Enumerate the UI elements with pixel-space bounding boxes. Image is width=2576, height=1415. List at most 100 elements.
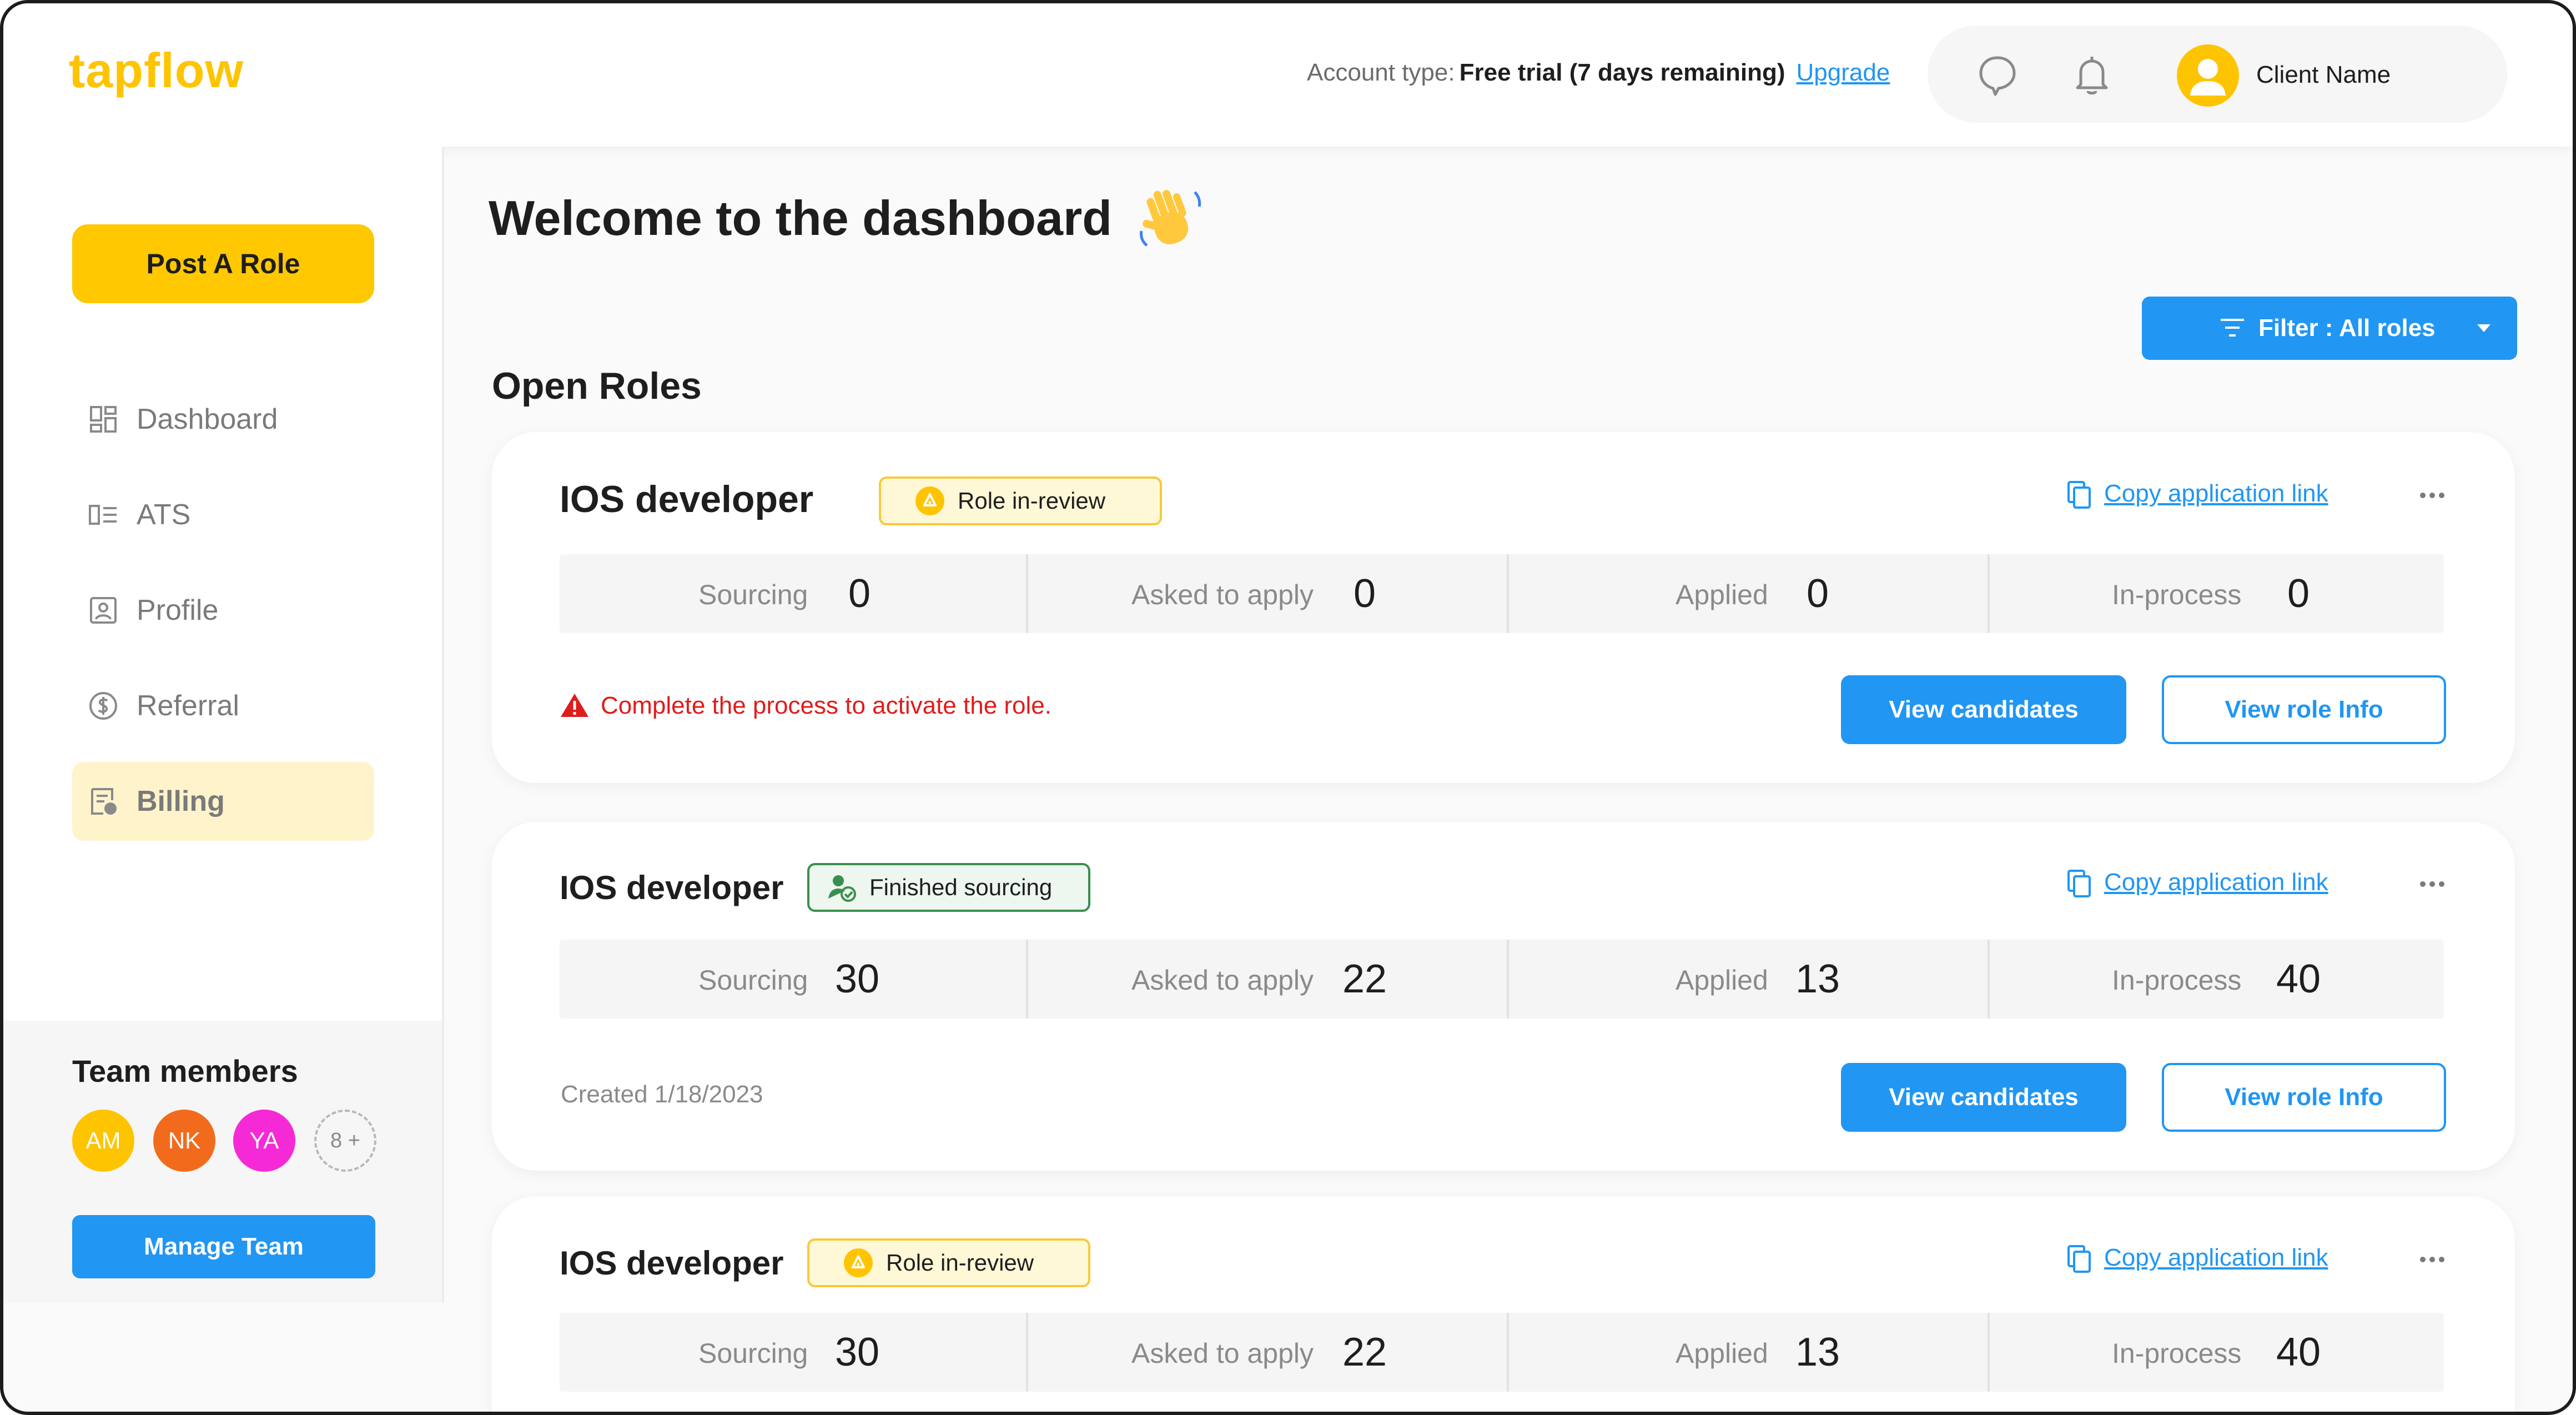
created-date: Created 1/18/2023 xyxy=(561,1081,763,1108)
role-title[interactable]: IOS developer xyxy=(560,478,813,521)
status-label: Role in-review xyxy=(886,1250,1034,1276)
more-options-icon[interactable] xyxy=(2418,1254,2446,1265)
bell-icon[interactable] xyxy=(2070,52,2114,97)
status-label: Role in-review xyxy=(958,488,1106,514)
stat-asked-to-apply: Asked to apply 0 xyxy=(1026,554,1506,633)
review-icon xyxy=(915,486,944,515)
sidebar-item-referral[interactable]: Referral xyxy=(72,666,374,745)
plan-name: Free trial (7 days remaining) xyxy=(1459,59,1785,86)
status-label: Finished sourcing xyxy=(869,874,1053,900)
account-type: Account type: Free trial (7 days remainin… xyxy=(1307,59,1890,87)
dashboard-icon xyxy=(90,406,117,433)
role-stats: Sourcing 0 Asked to apply 0 Applied 0 In… xyxy=(560,554,2444,633)
sidebar-item-ats[interactable]: ATS xyxy=(72,475,374,554)
app-window: tapflow Account type: Free trial (7 days … xyxy=(0,0,2576,1415)
stat-value: 30 xyxy=(835,1330,880,1374)
chat-icon[interactable] xyxy=(1976,54,2019,97)
team-avatar[interactable]: YA xyxy=(233,1110,295,1172)
review-icon xyxy=(844,1248,873,1277)
stat-value: 0 xyxy=(1354,571,1376,616)
team-avatar[interactable]: AM xyxy=(72,1110,134,1172)
stat-label: Applied xyxy=(1676,965,1768,996)
copy-icon xyxy=(2067,870,2091,897)
copy-application-link[interactable]: Copy application link xyxy=(2067,1244,2328,1273)
page-title: Welcome to the dashboard xyxy=(489,190,1112,245)
stat-sourcing: Sourcing 30 xyxy=(560,940,1039,1018)
list-icon xyxy=(89,505,117,525)
filter-label: Filter : All roles xyxy=(2258,314,2436,342)
more-options-icon[interactable] xyxy=(2418,490,2446,501)
stat-label: Asked to apply xyxy=(1131,579,1314,610)
stat-label: In-process xyxy=(2112,579,2242,610)
copy-application-link[interactable]: Copy application link xyxy=(2067,480,2328,509)
view-candidates-button[interactable]: View candidates xyxy=(1841,675,2126,744)
stat-applied: Applied 13 xyxy=(1507,940,1986,1018)
role-title[interactable]: IOS developer xyxy=(560,1244,783,1282)
stat-applied: Applied 0 xyxy=(1507,554,1986,633)
sidebar: Post A Role Dashboard ATS Profile Referr… xyxy=(3,147,444,1303)
stat-value: 0 xyxy=(2287,571,2310,616)
stat-label: Sourcing xyxy=(698,579,808,610)
status-badge: Role in-review xyxy=(807,1238,1090,1287)
stat-value: 22 xyxy=(1342,957,1387,1001)
stat-in-process: In-process 0 xyxy=(1988,554,2467,633)
upgrade-link[interactable]: Upgrade xyxy=(1796,59,1890,86)
role-title[interactable]: IOS developer xyxy=(560,869,783,907)
post-role-button[interactable]: Post A Role xyxy=(72,224,374,303)
copy-application-link[interactable]: Copy application link xyxy=(2067,869,2328,897)
filter-dropdown[interactable]: Filter : All roles xyxy=(2142,297,2517,360)
stat-value: 22 xyxy=(1342,1330,1387,1374)
waving-hand-icon xyxy=(1140,189,1201,247)
sidebar-item-label: Billing xyxy=(137,785,225,817)
copy-icon xyxy=(2067,1245,2091,1273)
view-role-info-button[interactable]: View role Info xyxy=(2162,1063,2446,1132)
sidebar-item-label: Referral xyxy=(137,690,239,722)
profile-icon xyxy=(90,597,117,624)
stat-in-process: In-process 40 xyxy=(1988,940,2467,1018)
chevron-down-icon xyxy=(2477,324,2491,332)
warning-icon xyxy=(561,694,588,717)
stat-label: Asked to apply xyxy=(1131,965,1314,996)
role-card: IOS developer Role in-review Copy applic… xyxy=(492,432,2515,783)
stat-asked-to-apply: Asked to apply 22 xyxy=(1026,940,1506,1018)
stat-value: 0 xyxy=(1807,571,1829,616)
avatar[interactable] xyxy=(2177,44,2239,107)
manage-team-button[interactable]: Manage Team xyxy=(72,1215,375,1278)
view-candidates-button[interactable]: View candidates xyxy=(1841,1063,2126,1132)
sidebar-item-label: Dashboard xyxy=(137,403,278,435)
role-card: IOS developer Finished sourcing Copy app… xyxy=(492,822,2515,1171)
stat-label: Applied xyxy=(1676,579,1768,610)
role-card: IOS developer Role in-review Copy applic… xyxy=(492,1196,2515,1412)
copy-link-label: Copy application link xyxy=(2104,1244,2328,1271)
sidebar-item-billing[interactable]: Billing xyxy=(72,762,374,841)
sidebar-item-dashboard[interactable]: Dashboard xyxy=(72,380,374,459)
sidebar-item-label: ATS xyxy=(137,499,191,531)
tapflow-logo[interactable]: tapflow xyxy=(69,42,244,99)
user-name[interactable]: Client Name xyxy=(2256,61,2391,89)
section-title: Open Roles xyxy=(492,365,702,407)
user-menu: Client Name xyxy=(1928,26,2507,123)
sidebar-item-profile[interactable]: Profile xyxy=(72,571,374,650)
stat-value: 13 xyxy=(1795,1330,1840,1374)
stat-value: 0 xyxy=(848,571,871,616)
account-type-label: Account type: xyxy=(1307,59,1455,86)
stat-sourcing: Sourcing 0 xyxy=(560,554,1039,633)
view-role-info-button[interactable]: View role Info xyxy=(2162,675,2446,744)
copy-link-label: Copy application link xyxy=(2104,480,2328,507)
more-members-badge[interactable]: 8 + xyxy=(314,1110,376,1172)
billing-icon xyxy=(91,788,117,815)
user-check-icon xyxy=(828,875,856,902)
stat-sourcing: Sourcing 30 xyxy=(560,1313,1039,1392)
team-members-title: Team members xyxy=(72,1053,298,1088)
top-bar: tapflow Account type: Free trial (7 days … xyxy=(3,3,2573,147)
team-avatar[interactable]: NK xyxy=(153,1110,215,1172)
stat-asked-to-apply: Asked to apply 22 xyxy=(1026,1313,1506,1392)
stat-value: 40 xyxy=(2276,957,2321,1001)
stat-label: Asked to apply xyxy=(1131,1338,1314,1369)
status-badge: Finished sourcing xyxy=(807,863,1090,912)
more-options-icon[interactable] xyxy=(2418,879,2446,890)
stat-in-process: In-process 40 xyxy=(1988,1313,2467,1392)
stat-label: Sourcing xyxy=(698,965,808,996)
copy-link-label: Copy application link xyxy=(2104,869,2328,896)
warning-text: Complete the process to activate the rol… xyxy=(601,692,1051,719)
